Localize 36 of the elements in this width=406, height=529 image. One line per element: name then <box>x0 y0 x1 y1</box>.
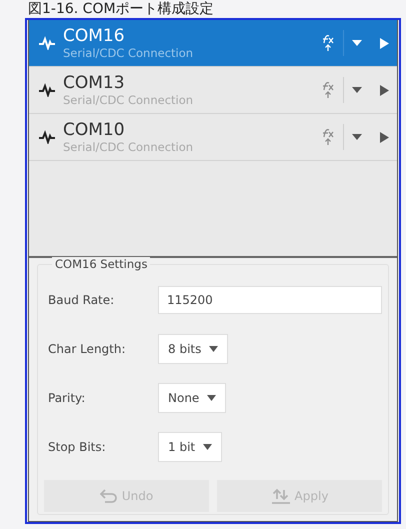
dropdown[interactable]: 8 bits <box>158 334 228 364</box>
port-item[interactable]: COM13 Serial/CDC Connection <box>29 67 397 114</box>
pulse-icon <box>39 83 55 97</box>
figure-caption: 図1-16. COMポート構成設定 <box>28 0 215 18</box>
group-title: COM16 Settings <box>52 257 150 271</box>
function-icon[interactable] <box>321 128 335 146</box>
function-icon[interactable] <box>321 34 335 52</box>
play-icon[interactable] <box>380 132 389 142</box>
port-item[interactable]: COM16 Serial/CDC Connection <box>29 20 397 67</box>
port-type: Serial/CDC Connection <box>63 46 194 60</box>
port-name: COM13 <box>63 73 126 93</box>
port-name: COM10 <box>63 120 126 140</box>
baud-rate-field[interactable]: 115200 <box>158 286 382 314</box>
field-label: Baud Rate: <box>47 293 116 307</box>
caret-icon <box>203 444 212 450</box>
field-label: Stop Bits: <box>47 440 107 454</box>
play-icon[interactable] <box>380 38 389 48</box>
pulse-icon <box>39 36 55 50</box>
undo-icon <box>100 489 118 503</box>
pulse-icon <box>39 130 55 144</box>
caret-icon <box>209 346 218 352</box>
dropdown[interactable]: 1 bit <box>158 432 222 462</box>
port-name: COM16 <box>63 26 126 46</box>
port-type: Serial/CDC Connection <box>63 93 194 107</box>
field-label: Parity: <box>47 391 86 405</box>
dropdown-icon[interactable] <box>352 40 362 46</box>
play-icon[interactable] <box>380 84 389 96</box>
field-label: Char Length: <box>47 342 127 356</box>
caret-icon <box>207 395 216 401</box>
function-icon[interactable] <box>321 81 335 99</box>
port-type: Serial/CDC Connection <box>63 140 194 154</box>
dropdown-icon[interactable] <box>352 87 362 93</box>
port-item[interactable]: COM10 Serial/CDC Connection <box>29 114 397 161</box>
dropdown[interactable]: None <box>158 383 226 413</box>
dropdown-icon[interactable] <box>352 134 362 140</box>
apply-icon <box>270 488 291 504</box>
